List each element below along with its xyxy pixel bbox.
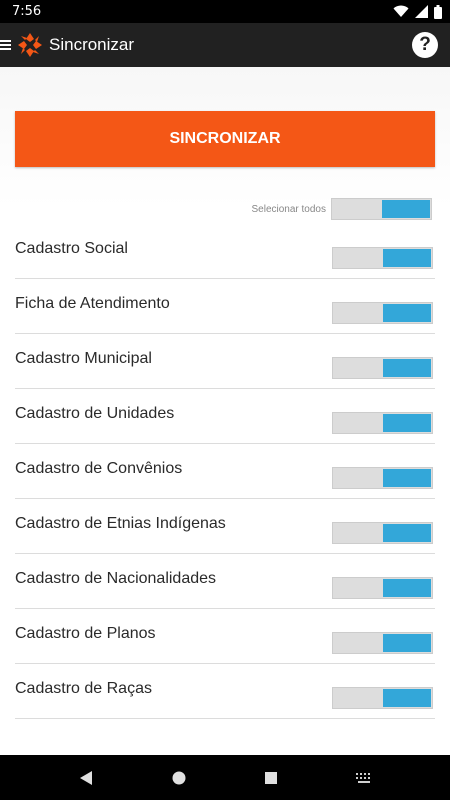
list-item-label: Cadastro Social <box>15 240 128 257</box>
list-item: Cadastro de Unidades <box>15 389 435 444</box>
list-item-toggle[interactable] <box>332 522 433 544</box>
list-item-label: Cadastro de Planos <box>15 625 156 642</box>
help-icon[interactable]: ? <box>412 32 438 58</box>
signal-icon <box>415 5 428 18</box>
list-item-toggle[interactable] <box>332 577 433 599</box>
select-all-label: Selecionar todos <box>251 203 327 215</box>
list-item-toggle[interactable] <box>332 467 433 489</box>
status-icons <box>393 4 442 19</box>
list-item-label: Cadastro Municipal <box>15 350 152 367</box>
toggle-knob <box>383 689 431 707</box>
system-nav-bar <box>0 755 450 800</box>
list-item-label: Cadastro de Convênios <box>15 460 183 477</box>
wifi-icon <box>393 5 409 18</box>
select-all-row: Selecionar todos <box>251 198 432 220</box>
list-item: Cadastro Social <box>15 224 435 279</box>
recents-icon[interactable] <box>259 766 283 790</box>
back-icon[interactable] <box>74 766 98 790</box>
toggle-knob <box>383 414 431 432</box>
toggle-knob <box>383 634 431 652</box>
toggle-knob <box>383 524 431 542</box>
list-item-toggle[interactable] <box>332 357 433 379</box>
list-item-toggle[interactable] <box>332 632 433 654</box>
toggle-knob <box>383 469 431 487</box>
app-logo-icon <box>17 32 43 58</box>
status-time: 7:56 <box>12 4 42 19</box>
list-item-toggle[interactable] <box>332 412 433 434</box>
list-item: Cadastro de Planos <box>15 609 435 664</box>
list-item: Cadastro Municipal <box>15 334 435 389</box>
list-item: Ficha de Atendimento <box>15 279 435 334</box>
status-bar: 7:56 <box>0 0 450 23</box>
toggle-knob <box>383 249 431 267</box>
list-item: Cadastro de Nacionalidades <box>15 554 435 609</box>
list-item: Cadastro de Raças <box>15 664 435 719</box>
list-item-toggle[interactable] <box>332 302 433 324</box>
list-item-toggle[interactable] <box>332 687 433 709</box>
menu-icon[interactable] <box>0 39 12 51</box>
list-item-label: Cadastro de Nacionalidades <box>15 570 217 587</box>
list-item-toggle[interactable] <box>332 247 433 269</box>
list-item-label: Cadastro de Raças <box>15 680 152 697</box>
list-item-label: Cadastro de Etnias Indígenas <box>15 515 226 532</box>
list-item-label: Cadastro de Unidades <box>15 405 175 422</box>
toggle-knob <box>383 359 431 377</box>
sync-list: Cadastro Social Ficha de Atendimento Cad… <box>15 224 435 719</box>
select-all-toggle[interactable] <box>331 198 432 220</box>
toggle-knob <box>383 579 431 597</box>
list-item-label: Ficha de Atendimento <box>15 295 170 312</box>
content-area: SINCRONIZAR Selecionar todos Cadastro So… <box>0 67 450 755</box>
toggle-knob <box>382 200 430 218</box>
battery-icon <box>434 4 442 19</box>
list-item: Cadastro de Convênios <box>15 444 435 499</box>
keyboard-icon[interactable] <box>352 766 376 790</box>
app-bar: Sincronizar ? <box>0 23 450 67</box>
home-icon[interactable] <box>167 766 191 790</box>
page-title: Sincronizar <box>49 35 135 54</box>
sync-button[interactable]: SINCRONIZAR <box>15 111 435 167</box>
toggle-knob <box>383 304 431 322</box>
list-item: Cadastro de Etnias Indígenas <box>15 499 435 554</box>
